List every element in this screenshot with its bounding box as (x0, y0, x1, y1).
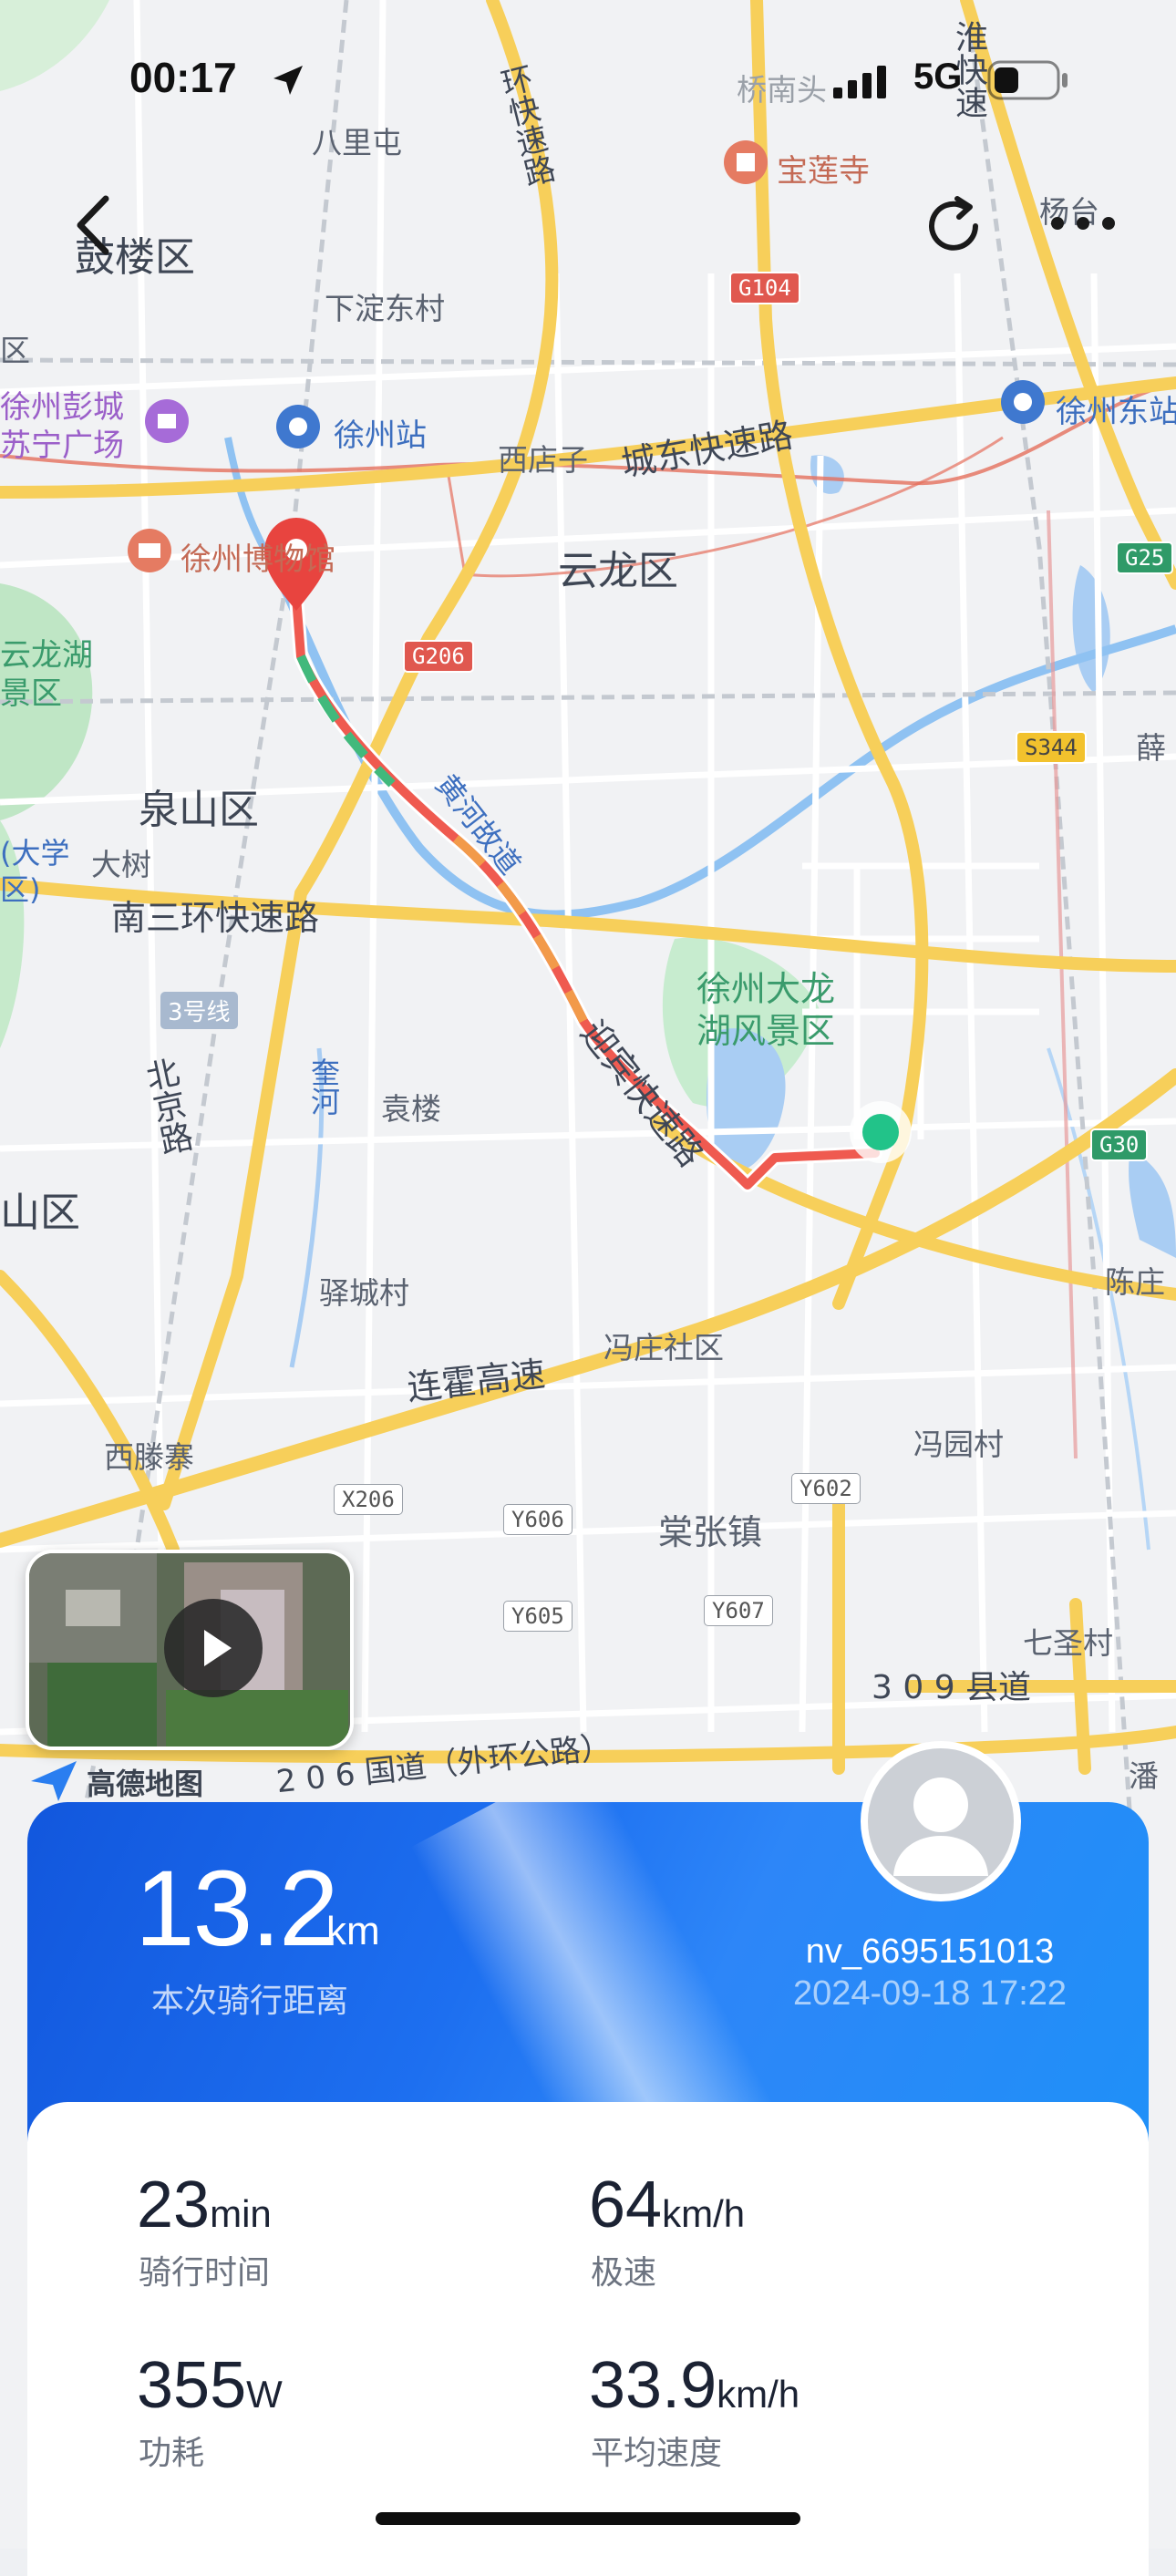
label-fengyuancun: 冯园村 (913, 1427, 1004, 1462)
cellular-signal-icon (833, 66, 886, 98)
stat-max-speed-unit: km/h (662, 2192, 746, 2235)
label-yunlong: 云龙区 (558, 548, 678, 594)
label-xidianzi: 西店子 (498, 442, 588, 478)
avatar-placeholder-icon (893, 1777, 988, 1876)
label-chenzhuang: 陈庄 (1105, 1264, 1165, 1300)
shield-y602: Y602 (791, 1473, 861, 1504)
label-xuzhou-station[interactable]: 徐州站 (334, 410, 427, 455)
username: nv_6695151013 (805, 1932, 1055, 1971)
label-fengzhuang: 冯庄社区 (603, 1330, 724, 1365)
shield-g25: G25 (1116, 541, 1174, 574)
label-balitun: 八里屯 (312, 125, 402, 160)
label-xiadiandongcun: 下淀东村 (325, 291, 445, 326)
shield-metro-line3: 3号线 (160, 992, 238, 1029)
stat-max-speed-label: 极速 (591, 2254, 657, 2292)
amap-logo-icon (31, 1761, 77, 1801)
user-avatar[interactable] (861, 1741, 1021, 1901)
home-indicator[interactable] (376, 2512, 800, 2525)
stat-duration-value: 23 (137, 2169, 211, 2241)
distance-unit: km (326, 1909, 380, 1953)
stat-power-value: 355 (137, 2349, 247, 2422)
status-time: 00:17 (129, 54, 237, 101)
stat-duration: 23min (137, 2168, 272, 2242)
shield-x206: X206 (334, 1484, 403, 1515)
label-baolian[interactable]: 宝莲寺 (777, 146, 870, 191)
shield-g206: G206 (403, 640, 474, 673)
label-pan: 潘 (1129, 1758, 1159, 1794)
stats-panel: 23min 骑行时间 64km/h 极速 355W 功耗 33.9km/h 平均… (27, 2102, 1149, 2576)
distance-value: 13.2 (135, 1849, 339, 1969)
play-button[interactable] (164, 1599, 263, 1697)
label-tangzhangzhen: 棠张镇 (658, 1512, 763, 1552)
label-daxue[interactable]: (大学 区) (0, 835, 70, 908)
label-xitengzhai: 西滕寨 (104, 1439, 194, 1475)
mall-icon (145, 399, 189, 443)
label-dongqu: 区 (0, 333, 30, 368)
shield-y606: Y606 (503, 1504, 573, 1535)
label-kui-river: 奎河 (306, 1057, 341, 1116)
stat-avg-speed-value: 33.9 (589, 2349, 717, 2422)
play-icon (204, 1630, 232, 1666)
stat-power-unit: W (246, 2373, 283, 2416)
label-dashu: 大树 (91, 847, 151, 882)
temple-icon (724, 140, 768, 184)
label-qishengcun: 七圣村 (1023, 1625, 1113, 1661)
more-options-button[interactable] (1047, 208, 1119, 239)
shield-g30: G30 (1090, 1128, 1149, 1161)
label-county-road-309: 3 0 9 县道 (872, 1669, 1032, 1706)
label-xue: 薛 (1136, 730, 1166, 766)
label-museum[interactable]: 徐州博物馆 (181, 534, 335, 579)
label-shanqu: 山区 (0, 1190, 80, 1236)
location-arrow-icon (273, 66, 303, 95)
stat-duration-unit: min (210, 2192, 272, 2235)
label-yunlonghu[interactable]: 云龙湖 景区 (0, 636, 93, 713)
network-type: 5G (913, 57, 963, 97)
amap-brand: 高德地图 (87, 1767, 204, 1801)
stat-max-speed: 64km/h (589, 2168, 745, 2242)
label-yichengcun: 驿城村 (319, 1275, 409, 1311)
stat-avg-speed-unit: km/h (717, 2373, 800, 2416)
shield-s344: S344 (1016, 731, 1087, 764)
distance-label: 本次骑行距离 (151, 1983, 349, 2020)
label-dalonghu[interactable]: 徐州大龙 湖风景区 (696, 968, 835, 1052)
end-point[interactable] (850, 1101, 912, 1163)
stat-avg-speed-label: 平均速度 (591, 2435, 723, 2472)
battery-icon (987, 60, 1068, 100)
label-xuzhou-east[interactable]: 徐州东站 (1056, 386, 1176, 431)
label-quanshan: 泉山区 (139, 787, 259, 833)
replay-button[interactable] (919, 191, 988, 261)
stat-max-speed-value: 64 (589, 2169, 663, 2241)
label-nansanhuan-road: 南三环快速路 (111, 898, 320, 938)
stat-duration-label: 骑行时间 (139, 2254, 271, 2292)
stat-power-label: 功耗 (139, 2435, 205, 2472)
label-yuanlou: 袁楼 (381, 1091, 441, 1127)
shield-g104: G104 (729, 272, 800, 304)
back-button[interactable] (67, 193, 122, 257)
shield-y607: Y607 (704, 1595, 773, 1626)
video-thumbnail[interactable] (26, 1550, 354, 1750)
ride-datetime: 2024-09-18 17:22 (792, 1974, 1068, 2013)
museum-icon (128, 529, 171, 572)
stat-power: 355W (137, 2348, 283, 2423)
stat-avg-speed: 33.9km/h (589, 2348, 799, 2423)
shield-y605: Y605 (503, 1601, 573, 1632)
label-qiaonan: 桥南头 (737, 72, 827, 108)
label-suning[interactable]: 徐州彭城 苏宁广场 (0, 388, 124, 465)
